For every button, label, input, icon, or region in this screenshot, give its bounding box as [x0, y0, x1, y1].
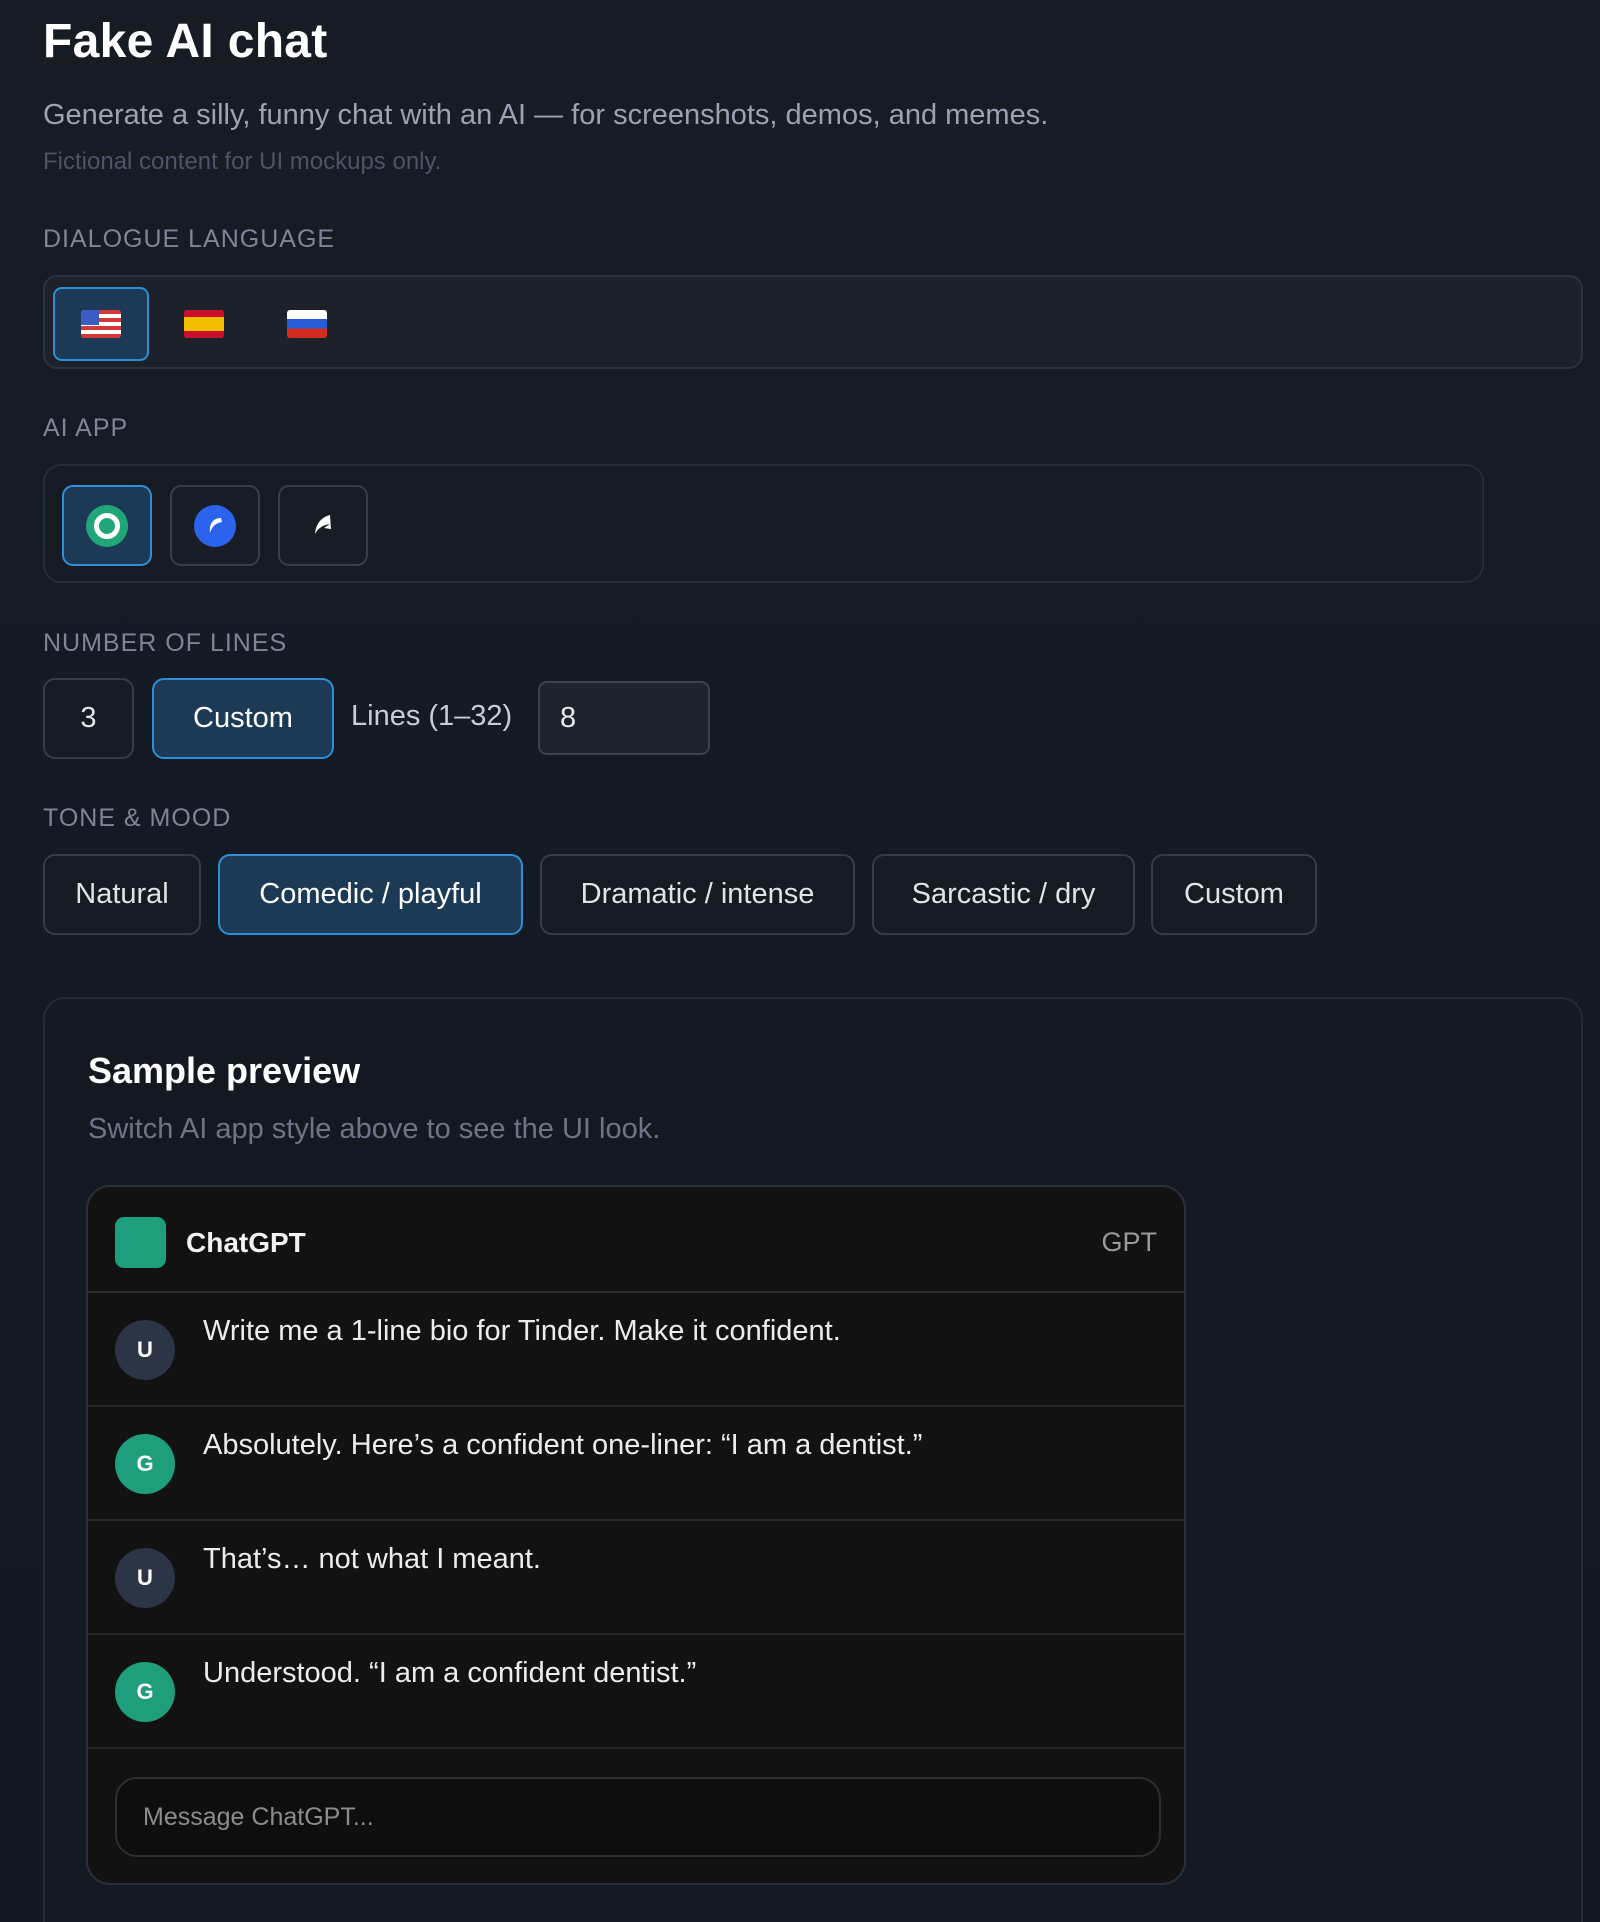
tone-option-custom[interactable]: Custom [1151, 854, 1317, 935]
grok-icon [302, 505, 344, 547]
chat-message: U Write me a 1-line bio for Tinder. Make… [88, 1293, 1184, 1407]
message-text: Write me a 1-line bio for Tinder. Make i… [203, 1315, 841, 1347]
chatgpt-logo-icon [115, 1217, 166, 1268]
language-section-label: DIALOGUE LANGUAGE [43, 225, 336, 253]
language-option-ru[interactable] [259, 287, 355, 361]
ai-app-option-grok[interactable] [278, 485, 368, 566]
lines-custom-button[interactable]: Custom [152, 678, 334, 759]
message-text: Absolutely. Here’s a confident one-liner… [203, 1429, 923, 1461]
chat-app-name: ChatGPT [186, 1227, 306, 1258]
lines-count-input[interactable]: 8 [538, 681, 710, 755]
assistant-avatar: G [115, 1434, 175, 1494]
tone-section-label: TONE & MOOD [43, 804, 232, 832]
chat-model-tag: GPT [1101, 1227, 1157, 1257]
ru-flag-icon [287, 310, 327, 338]
disclaimer-note: Fictional content for UI mockups only. [43, 148, 442, 175]
lines-range-label: Lines (1–32) [351, 700, 513, 732]
ai-app-option-claude[interactable] [170, 485, 260, 566]
language-selector [43, 275, 1583, 369]
claude-icon [194, 504, 236, 547]
ai-app-section-label: AI APP [43, 414, 129, 442]
us-flag-icon [81, 310, 121, 338]
user-avatar: U [115, 1320, 175, 1380]
tone-option-natural[interactable]: Natural [43, 854, 201, 935]
chat-message: G Absolutely. Here’s a confident one-lin… [88, 1407, 1184, 1521]
lines-section-label: NUMBER OF LINES [43, 629, 288, 657]
chat-message: U That’s… not what I meant. [88, 1521, 1184, 1635]
message-text: That’s… not what I meant. [203, 1543, 541, 1575]
lines-preset-button[interactable]: 3 [43, 678, 134, 759]
user-avatar: U [115, 1548, 175, 1608]
chat-message: G Understood. “I am a confident dentist.… [88, 1635, 1184, 1749]
tone-option-comedic[interactable]: Comedic / playful [218, 854, 523, 935]
chat-header: ChatGPT GPT [88, 1187, 1184, 1293]
preview-title: Sample preview [88, 1050, 361, 1091]
es-flag-icon [184, 310, 224, 338]
assistant-avatar: G [115, 1662, 175, 1722]
ai-app-option-chatgpt[interactable] [62, 485, 152, 566]
language-option-es[interactable] [156, 287, 252, 361]
page-subtitle: Generate a silly, funny chat with an AI … [43, 99, 1049, 131]
page: Fake AI chat Generate a silly, funny cha… [0, 0, 1600, 1922]
page-title: Fake AI chat [43, 15, 328, 68]
message-composer-input[interactable]: Message ChatGPT... [115, 1777, 1161, 1857]
preview-subtitle: Switch AI app style above to see the UI … [88, 1113, 661, 1145]
chat-preview: ChatGPT GPT U Write me a 1-line bio for … [86, 1185, 1186, 1885]
message-text: Understood. “I am a confident dentist.” [203, 1657, 697, 1689]
tone-option-dramatic[interactable]: Dramatic / intense [540, 854, 855, 935]
language-option-en[interactable] [53, 287, 149, 361]
ai-app-selector [43, 464, 1484, 583]
tone-option-sarcastic[interactable]: Sarcastic / dry [872, 854, 1135, 935]
chatgpt-icon [86, 504, 128, 547]
